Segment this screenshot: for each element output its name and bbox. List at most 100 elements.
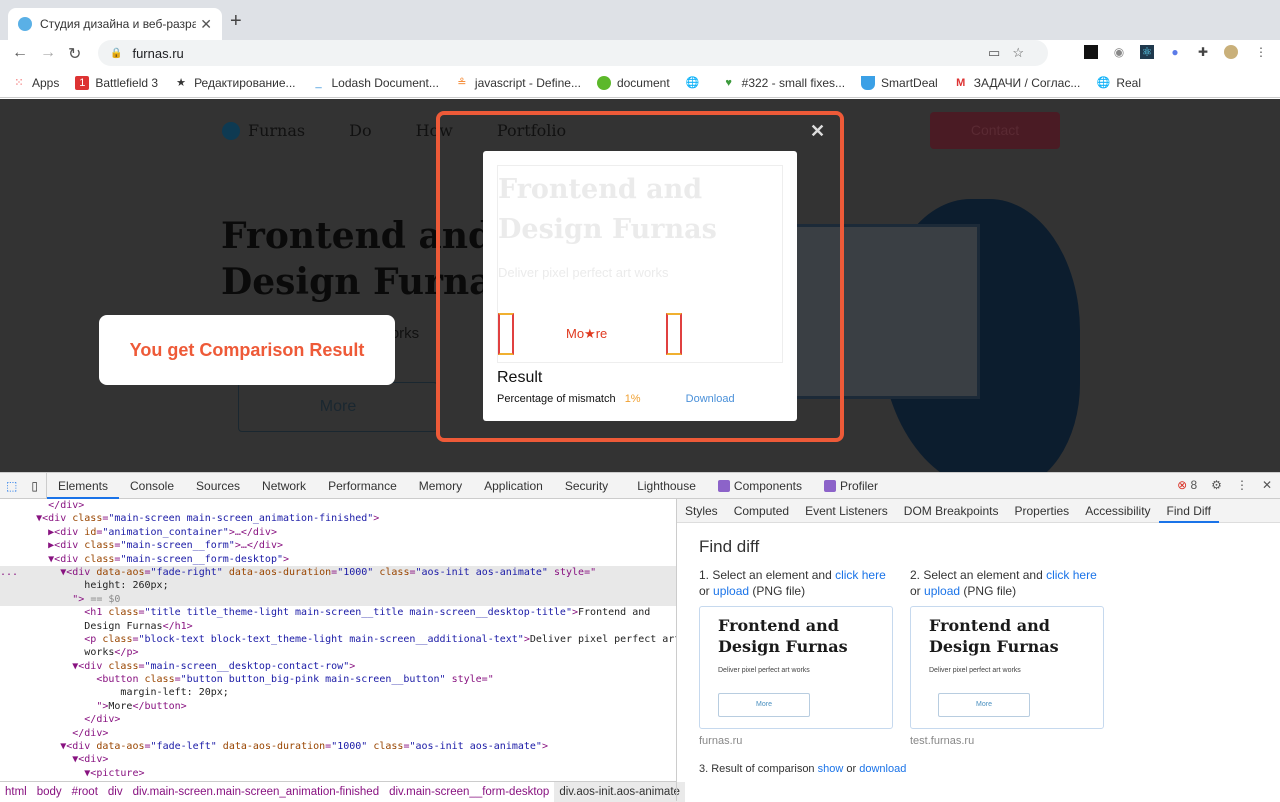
- nav-do[interactable]: Do: [349, 121, 371, 140]
- bookmark-item[interactable]: 🌐: [686, 76, 706, 90]
- brand-link[interactable]: Furnas: [248, 121, 305, 140]
- breadcrumb-item[interactable]: #root: [67, 786, 103, 798]
- breadcrumb-item[interactable]: body: [32, 786, 67, 798]
- inspect-element-icon[interactable]: ⬚: [0, 473, 23, 499]
- breadcrumb-item[interactable]: div: [103, 786, 128, 798]
- upload-link-2[interactable]: upload: [924, 584, 960, 598]
- dom-node-line[interactable]: ">More</button>: [0, 700, 676, 713]
- dom-node-line[interactable]: ▼<div class="main-screen__form-desktop">: [0, 553, 676, 566]
- error-counter[interactable]: ⊗ 8: [1177, 478, 1197, 492]
- forward-icon[interactable]: →: [40, 44, 56, 62]
- show-link[interactable]: show: [818, 763, 844, 775]
- 1c-icon: 1: [75, 75, 90, 90]
- dom-tree[interactable]: </div> ▼<div class="main-screen main-scr…: [0, 499, 676, 781]
- dom-node-line[interactable]: </div>: [0, 499, 676, 512]
- menu-kebab-icon[interactable]: ⋮: [1254, 45, 1268, 59]
- extensions-puzzle-icon[interactable]: ✚: [1196, 45, 1210, 59]
- dom-node-line[interactable]: <button class="button button_big-pink ma…: [0, 673, 676, 686]
- extension-drop-icon[interactable]: ●: [1168, 45, 1182, 59]
- tab-network[interactable]: Network: [251, 473, 317, 499]
- upload-link-1[interactable]: upload: [713, 584, 749, 598]
- device-toolbar-icon[interactable]: ▯: [23, 472, 47, 499]
- dom-node-line[interactable]: <h1 class="title title_theme-light main-…: [0, 606, 676, 619]
- dom-node-line[interactable]: works</p>: [0, 646, 676, 659]
- tab-dom-breakpoints[interactable]: DOM Breakpoints: [896, 499, 1007, 523]
- dom-node-line[interactable]: </div>: [0, 713, 676, 726]
- dom-node-line[interactable]: </div>: [0, 727, 676, 740]
- tab-lighthouse[interactable]: Lighthouse: [619, 473, 707, 499]
- dom-node-line[interactable]: ▼<div class="main-screen main-screen_ani…: [0, 512, 676, 525]
- tab-find-diff[interactable]: Find Diff: [1158, 499, 1220, 523]
- bookmark-item[interactable]: _ Lodash Document...: [312, 76, 438, 90]
- close-devtools-icon[interactable]: ✕: [1262, 478, 1272, 492]
- tab-sources[interactable]: Sources: [185, 473, 251, 499]
- react-icon: [717, 479, 730, 492]
- tab-components[interactable]: Components: [707, 473, 813, 499]
- more-options-icon[interactable]: ⋮: [1236, 478, 1248, 492]
- dom-node-line[interactable]: ▼<div>: [0, 753, 676, 766]
- breadcrumb-item[interactable]: div.main-screen.main-screen_animation-fi…: [128, 786, 385, 798]
- tab-computed[interactable]: Computed: [726, 499, 797, 523]
- contact-button[interactable]: Contact: [930, 112, 1060, 149]
- new-tab-button[interactable]: +: [230, 10, 242, 33]
- screenshot-thumb-1[interactable]: Frontend and Design Furnas Deliver pixel …: [699, 606, 893, 729]
- download-result-link[interactable]: download: [859, 763, 906, 775]
- tab-profiler[interactable]: Profiler: [813, 473, 889, 499]
- dom-node-line[interactable]: ▼<picture>: [0, 767, 676, 780]
- tab-performance[interactable]: Performance: [317, 473, 408, 499]
- click-here-link-1[interactable]: click here: [835, 568, 886, 582]
- url-text: furnas.ru: [132, 45, 184, 61]
- browser-tab[interactable]: Студия дизайна и веб-разраб ✕: [8, 8, 222, 40]
- settings-gear-icon[interactable]: ⚙: [1211, 478, 1222, 492]
- reload-icon[interactable]: ↻: [68, 44, 81, 64]
- bookmark-star-icon[interactable]: ☆: [1012, 45, 1036, 60]
- address-bar[interactable]: 🔒 furnas.ru ▭☆: [98, 40, 1048, 66]
- react-devtools-icon[interactable]: ⚛: [1140, 45, 1154, 59]
- bookmark-item[interactable]: ♥ #322 - small fixes...: [722, 76, 845, 90]
- screenshot-thumb-2[interactable]: Frontend and Design Furnas Deliver pixel …: [910, 606, 1104, 729]
- tab-title: Студия дизайна и веб-разраб: [40, 17, 197, 31]
- bookmark-item[interactable]: 🌐 Real: [1096, 76, 1141, 90]
- back-icon[interactable]: ←: [12, 44, 28, 62]
- cast-icon[interactable]: ▭: [988, 45, 1012, 60]
- download-link[interactable]: Download: [686, 393, 735, 405]
- dom-node-line[interactable]: ▼<div data-aos="fade-left" data-aos-dura…: [0, 740, 676, 753]
- dom-node-line[interactable]: <p class="block-text block-text_theme-li…: [0, 633, 676, 646]
- breadcrumb-item[interactable]: div.main-screen__form-desktop: [384, 786, 554, 798]
- camera-extension-icon[interactable]: ◉: [1112, 45, 1126, 59]
- tab-properties[interactable]: Properties: [1006, 499, 1077, 523]
- tab-accessibility[interactable]: Accessibility: [1077, 499, 1158, 523]
- tab-elements[interactable]: Elements: [46, 473, 119, 499]
- bookmark-item[interactable]: 1 Battlefield 3: [75, 75, 158, 90]
- bookmark-item[interactable]: M ЗАДАЧИ / Соглас...: [954, 76, 1080, 90]
- breadcrumb-item[interactable]: html: [0, 786, 32, 798]
- profile-avatar[interactable]: [1224, 45, 1238, 59]
- dom-node-line[interactable]: Design Furnas</h1>: [0, 620, 676, 633]
- tab-styles[interactable]: Styles: [677, 499, 726, 523]
- bookmark-item[interactable]: SmartDeal: [861, 75, 938, 90]
- close-tab-icon[interactable]: ✕: [200, 16, 212, 33]
- tab-event-listeners[interactable]: Event Listeners: [797, 499, 896, 523]
- tab-memory[interactable]: Memory: [408, 473, 473, 499]
- preview-subtitle: Deliver pixel perfect art works: [498, 265, 669, 280]
- dom-node-line[interactable]: ▼<div class="main-screen__desktop-contac…: [0, 660, 676, 673]
- extension-black-icon[interactable]: [1084, 45, 1098, 59]
- dom-node-line[interactable]: height: 260px;: [0, 579, 676, 593]
- dom-node-line[interactable]: "> == $0: [0, 592, 676, 607]
- bookmark-item[interactable]: document: [596, 75, 670, 90]
- dom-node-line[interactable]: ▶<div id="animation_container">…</div>: [0, 526, 676, 539]
- tab-application[interactable]: Application: [473, 473, 554, 499]
- close-modal-icon[interactable]: ✕: [810, 121, 825, 142]
- click-here-link-2[interactable]: click here: [1046, 568, 1097, 582]
- dom-node-line[interactable]: margin-left: 20px;: [0, 686, 676, 699]
- tab-console[interactable]: Console: [119, 473, 185, 499]
- breadcrumb-item-current[interactable]: div.aos-init.aos-animate: [554, 781, 685, 802]
- tab-security[interactable]: Security: [554, 473, 619, 499]
- hero-more-button[interactable]: More: [238, 382, 438, 432]
- bookmark-item[interactable]: ≗ javascript - Define...: [455, 76, 581, 90]
- dom-node-line[interactable]: ... ▼<div data-aos="fade-right" data-aos…: [0, 565, 676, 580]
- bookmark-item[interactable]: ⁙ Apps: [12, 76, 59, 90]
- globe-icon: 🌐: [1096, 76, 1111, 89]
- dom-node-line[interactable]: ▶<div class="main-screen__form">…</div>: [0, 539, 676, 552]
- bookmark-item[interactable]: ★ Редактирование...: [174, 76, 295, 90]
